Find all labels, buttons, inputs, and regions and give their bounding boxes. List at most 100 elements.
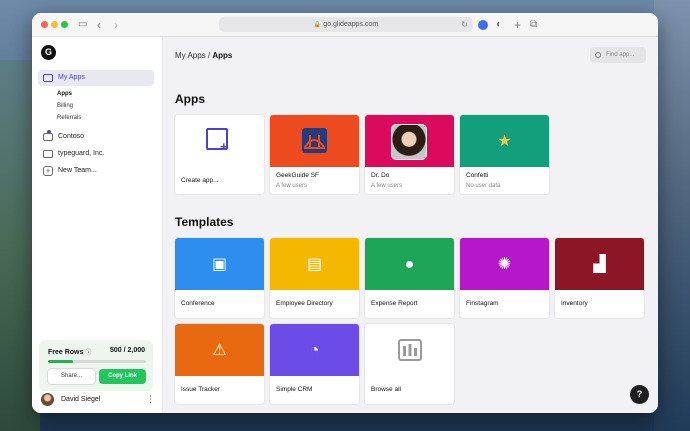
chevron-right-icon[interactable]: › (114, 18, 118, 32)
sidebar-subitem-billing[interactable]: Billing (57, 103, 73, 109)
template-cover: ▣ (175, 238, 264, 290)
shooting-star-icon: ★ (497, 133, 512, 150)
breadcrumb-parent[interactable]: My Apps (175, 51, 206, 60)
app-card-geekguide[interactable]: GeekGuide SF A few users (270, 115, 359, 194)
create-app-card[interactable]: + Create app... (175, 115, 264, 194)
template-cover: ⚠ (175, 324, 264, 376)
template-card-employee-directory[interactable]: ▤ Employee Directory (270, 238, 359, 318)
help-button[interactable]: ? (630, 385, 649, 404)
browser-window: ▭ ‹ › 🔒 go.glideapps.com ↻ ◐ + ⧉ G My App… (32, 13, 658, 413)
app-cover (365, 115, 454, 167)
template-title: Issue Tracker (181, 386, 221, 393)
free-rows-label: Free Rows (48, 349, 84, 356)
hand-truck-icon: ▟ (593, 256, 606, 273)
folder-icon (43, 133, 53, 141)
template-cover: ✺ (460, 238, 549, 290)
sidebar: G My Apps Apps Billing Referrals Contoso… (32, 37, 163, 413)
apps-heading: Apps (175, 92, 205, 106)
desktop-wallpaper-right (654, 0, 690, 431)
copy-link-button[interactable]: Copy Link (99, 369, 146, 384)
gauge-icon: ◔ (309, 342, 320, 359)
lock-icon: 🔒 (313, 22, 322, 28)
zoom-window-button[interactable] (61, 21, 68, 28)
free-rows-panel: Free Rows ⓘ 500 / 2,000 Share... Copy Li… (39, 340, 153, 391)
template-title: Employee Directory (276, 300, 333, 307)
free-rows-count: 500 / 2,000 (109, 347, 145, 354)
glide-logo[interactable]: G (41, 45, 56, 60)
tab-overview-icon[interactable]: ⧉ (530, 18, 537, 32)
search-placeholder: Find app... (606, 52, 635, 58)
template-card-expense-report[interactable]: ● Expense Report (365, 238, 454, 318)
template-card-conference[interactable]: ▣ Conference (175, 238, 264, 318)
bridge-icon (302, 128, 327, 153)
chevron-left-icon[interactable]: ‹ (97, 18, 101, 32)
app-subtitle: A few users (371, 183, 403, 189)
app-subtitle: No user data (466, 183, 501, 189)
app-title: Dr. Do (371, 172, 390, 179)
app-title: Create app... (181, 177, 219, 184)
template-title: Expense Report (371, 300, 418, 307)
breadcrumb: My Apps / Apps (175, 51, 232, 60)
sidebar-toggle-icon[interactable]: ▭ (78, 18, 87, 32)
contact-book-icon: ▤ (306, 256, 323, 273)
template-title: Conference (181, 300, 215, 307)
sidebar-item-contoso[interactable]: Contoso (38, 129, 154, 145)
shield-extension-icon[interactable]: ◐ (496, 18, 502, 32)
minimize-window-button[interactable] (51, 21, 58, 28)
clipboard-warning-icon: ⚠ (212, 342, 227, 359)
sidebar-item-label: New Team... (58, 167, 97, 174)
new-tab-icon[interactable]: + (514, 18, 521, 32)
templates-heading: Templates (175, 215, 234, 229)
sidebar-item-new-team[interactable]: + New Team... (38, 163, 154, 179)
template-cover: ◔ (270, 324, 359, 376)
app-title: Confetti (466, 172, 489, 179)
folder-icon (43, 150, 53, 158)
app-card-confetti[interactable]: ★ Confetti No user data (460, 115, 549, 194)
sidebar-item-label: Contoso (58, 133, 85, 140)
app-cover (270, 115, 359, 167)
user-menu[interactable]: David Siegel ⋮ (41, 393, 155, 409)
main-content: My Apps / Apps Find app... Apps + Create… (163, 37, 658, 413)
url-text: go.glideapps.com (323, 21, 379, 28)
template-card-browse-all[interactable]: Browse all (365, 324, 454, 404)
app-cover: ★ (460, 115, 549, 167)
sidebar-subitem-apps[interactable]: Apps (57, 91, 72, 97)
close-window-button[interactable] (41, 21, 48, 28)
template-title: Finstagram (466, 300, 499, 307)
portrait-photo (391, 124, 427, 160)
app-title: GeekGuide SF (276, 172, 319, 179)
presenter-icon: ▣ (211, 256, 228, 273)
template-cover: ▤ (270, 238, 359, 290)
camera-aperture-icon: ✺ (497, 256, 512, 273)
free-rows-title: Free Rows ⓘ (48, 347, 91, 356)
app-card-dr-do[interactable]: Dr. Do A few users (365, 115, 454, 194)
sidebar-item-typeguard[interactable]: typeguard, Inc. (38, 146, 154, 162)
template-title: Inventory (561, 300, 588, 307)
free-rows-progress (48, 360, 146, 363)
sidebar-item-label: My Apps (58, 74, 85, 81)
template-card-simple-crm[interactable]: ◔ Simple CRM (270, 324, 359, 404)
reload-icon[interactable]: ↻ (461, 17, 468, 32)
sidebar-item-my-apps[interactable]: My Apps (38, 70, 154, 86)
app-subtitle: A few users (276, 183, 308, 189)
user-name: David Siegel (61, 396, 101, 403)
template-title: Simple CRM (276, 386, 313, 393)
address-bar[interactable]: 🔒 go.glideapps.com ↻ (219, 17, 473, 32)
template-cover: ▟ (555, 238, 644, 290)
search-icon (595, 52, 601, 58)
sidebar-subitem-referrals[interactable]: Referrals (57, 115, 81, 121)
plus-icon: + (43, 166, 53, 176)
template-card-finstagram[interactable]: ✺ Finstagram (460, 238, 549, 318)
share-button[interactable]: Share... (48, 369, 95, 384)
sidebar-item-label: typeguard, Inc. (58, 150, 105, 157)
avatar (41, 393, 54, 406)
breadcrumb-current: Apps (212, 51, 233, 60)
search-input[interactable]: Find app... (590, 47, 646, 63)
template-card-inventory[interactable]: ▟ Inventory (555, 238, 644, 318)
template-title: Browse all (371, 386, 401, 393)
info-icon[interactable]: ⓘ (85, 350, 91, 356)
password-extension-icon[interactable] (478, 20, 488, 30)
template-cover (365, 324, 454, 376)
template-card-issue-tracker[interactable]: ⚠ Issue Tracker (175, 324, 264, 404)
more-options-icon[interactable]: ⋮ (146, 394, 155, 405)
